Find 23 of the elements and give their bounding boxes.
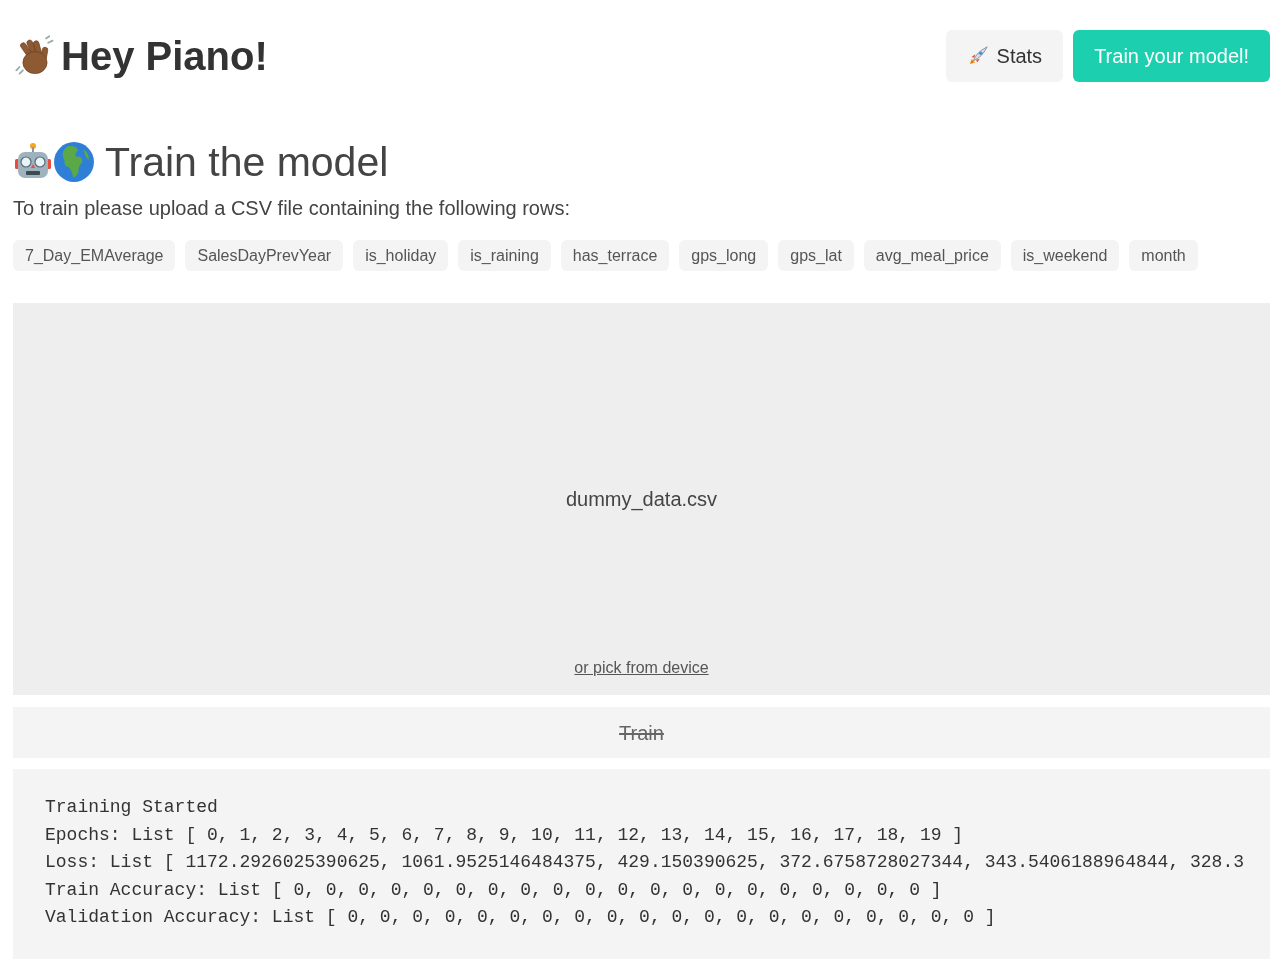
log-line: Train Accuracy: List [ 0, 0, 0, 0, 0, 0, 0, 0, 0, 0, 0, 0, 0, 0, 0, 0, 0, 0, 0, 0 ]	[45, 878, 942, 902]
globe-icon	[53, 141, 95, 183]
column-tag: is_weekend	[1010, 240, 1120, 271]
log-line: Training Started	[45, 796, 218, 819]
instructions-text: To train please upload a CSV file containing the following rows:	[13, 196, 571, 221]
log-line: Epochs: List [ 0, 1, 2, 3, 4, 5, 6, 7, 8, 9, 10, 11, 12, 13, 14, 15, 16, 17, 18, 19 ]	[45, 823, 964, 847]
pick-file-link[interactable]: or pick from device	[574, 659, 709, 676]
column-tag: is_raining	[458, 240, 551, 271]
file-drop-zone[interactable]: dummy_data.csv or pick from device	[13, 303, 1270, 695]
column-tag: month	[1129, 240, 1198, 271]
column-tag: gps_long	[679, 240, 769, 271]
log-line: Validation Accuracy: List [ 0, 0, 0, 0, 0, 0, 0, 0, 0, 0, 0, 0, 0, 0, 0, 0, 0, 0, 0, 0 ]	[45, 906, 996, 929]
column-tag: gps_lat	[778, 240, 854, 271]
column-tag: avg_meal_price	[863, 240, 1001, 271]
log-line: Loss: List [ 1172.2926025390625, 1061.9525146484375, 429.150390625, 372.6758728027344, 343.5406188964844, 328.3	[45, 851, 1244, 874]
column-tag: SalesDayPrevYear	[185, 240, 344, 271]
column-tag: is_holiday	[353, 240, 449, 271]
file-name: dummy_data.csv	[565, 487, 718, 513]
column-tag: has_terrace	[560, 240, 670, 271]
section-title: Train the model	[105, 141, 389, 183]
page-title: Hey Piano!	[61, 36, 268, 76]
column-tag: 7_Day_EMAverage	[13, 240, 176, 271]
stats-button[interactable]: Stats	[945, 30, 1064, 82]
